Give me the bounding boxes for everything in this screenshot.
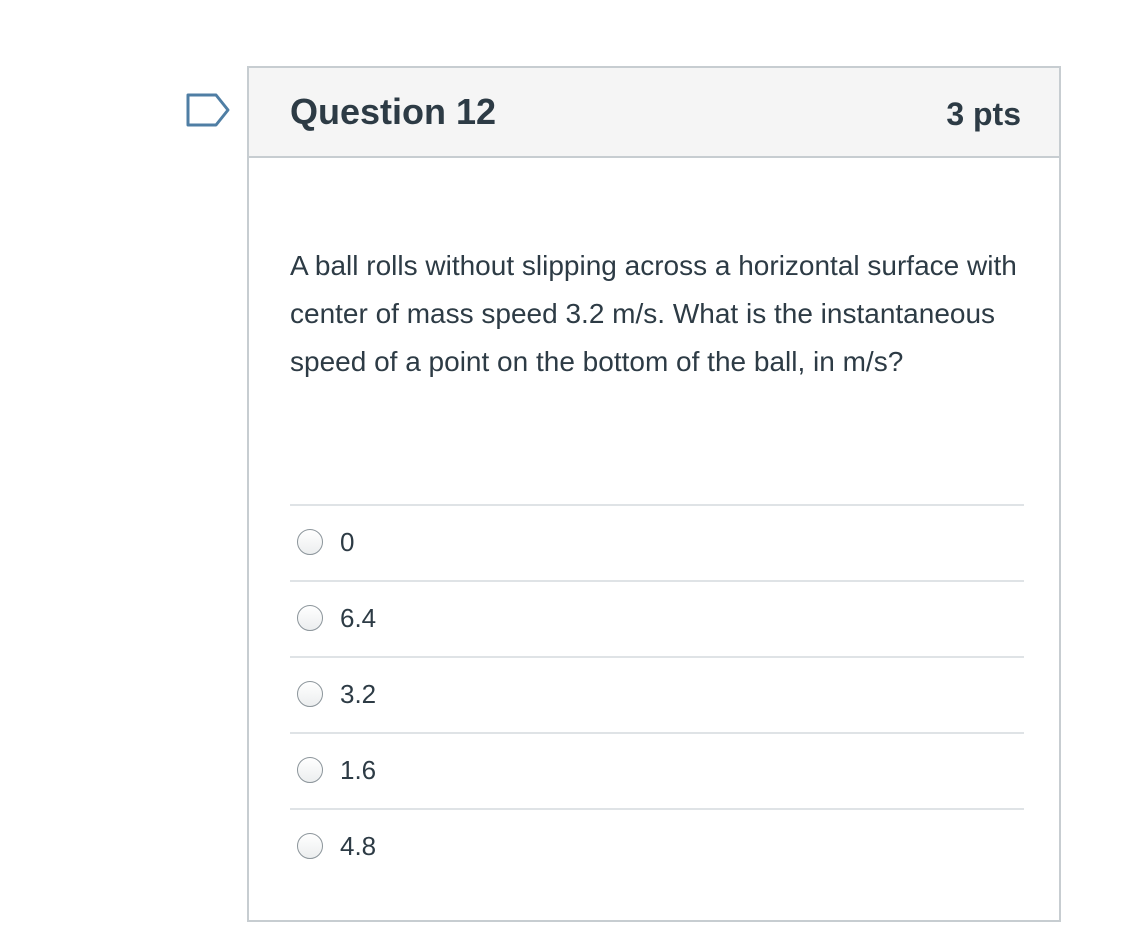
question-text: A ball rolls without slipping across a h… <box>290 250 1017 377</box>
question-points: 3 pts <box>946 96 1021 132</box>
radio-button[interactable] <box>297 529 323 555</box>
radio-button[interactable] <box>297 757 323 783</box>
answer-option[interactable]: 4.8 <box>290 810 1024 884</box>
answer-list: 0 6.4 3.2 1.6 4.8 <box>290 504 1024 884</box>
answer-option[interactable]: 1.6 <box>290 734 1024 810</box>
answer-label: 1.6 <box>340 755 377 785</box>
answer-label: 3.2 <box>340 679 377 709</box>
radio-button[interactable] <box>297 605 323 631</box>
question-header: Question 12 3 pts <box>249 68 1059 158</box>
question-card: Question 12 3 pts A ball rolls without s… <box>247 66 1061 922</box>
answer-option[interactable]: 0 <box>290 506 1024 582</box>
answer-option[interactable]: 6.4 <box>290 582 1024 658</box>
flag-question-icon[interactable] <box>186 93 230 127</box>
flag-icon <box>186 93 230 127</box>
radio-button[interactable] <box>297 833 323 859</box>
answer-option[interactable]: 3.2 <box>290 658 1024 734</box>
answer-label: 6.4 <box>340 603 377 633</box>
radio-button[interactable] <box>297 681 323 707</box>
question-title: Question 12 <box>290 91 497 132</box>
answer-label: 4.8 <box>340 831 377 861</box>
answer-label: 0 <box>340 527 355 557</box>
